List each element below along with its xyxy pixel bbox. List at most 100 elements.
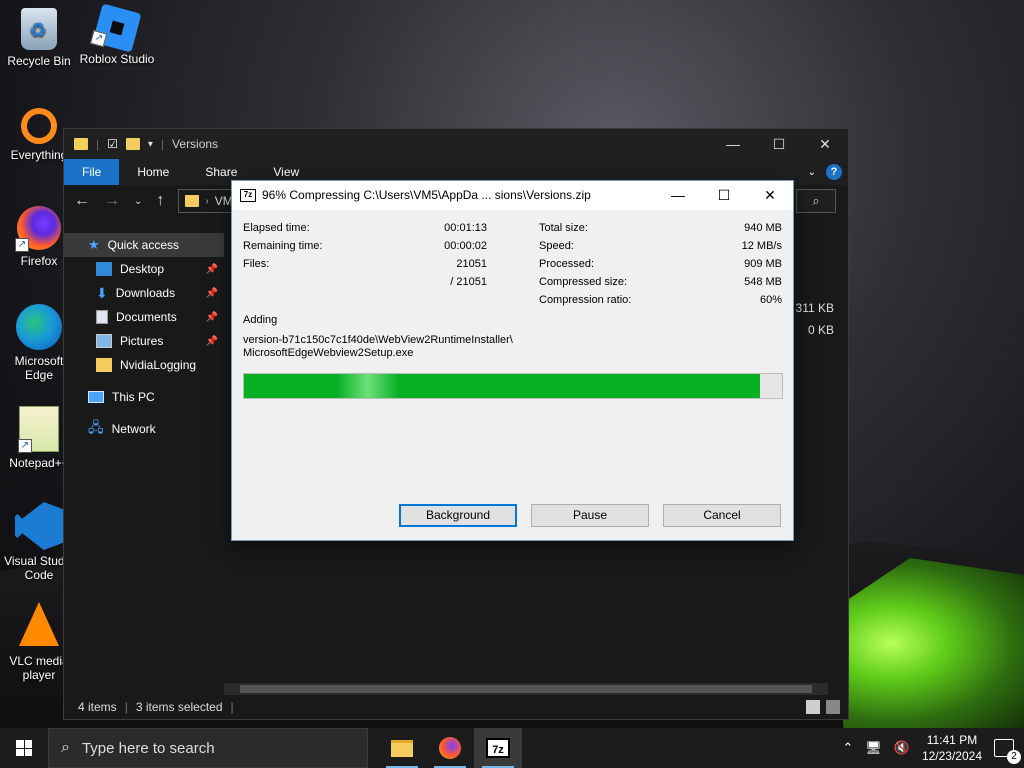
current-file-path-line1: version-b71c150c7c1f40de\WebView2Runtime…	[243, 334, 513, 346]
pin-icon[interactable]: 📌	[206, 312, 218, 323]
stat-value: 21051	[456, 258, 487, 270]
nav-item-quick-access[interactable]: ★ Quick access	[64, 233, 224, 257]
properties-check-icon[interactable]: ☑	[107, 137, 118, 151]
close-button[interactable]: ✕	[802, 129, 848, 159]
maximize-button[interactable]: ☐	[701, 181, 747, 209]
close-button[interactable]: ✕	[747, 181, 793, 209]
stat-label: Speed:	[539, 240, 574, 252]
shortcut-arrow-icon: ↗	[90, 30, 108, 48]
firefox-icon: ↗	[15, 206, 61, 252]
new-folder-icon[interactable]	[125, 138, 140, 150]
desktop-icon-label: Microsoft Edge	[14, 354, 64, 382]
nav-item-this-pc[interactable]: This PC	[64, 385, 224, 409]
stat-label	[243, 276, 383, 294]
compression-progress-dialog[interactable]: 7z 96% Compressing C:\Users\VM5\AppDa ..…	[231, 180, 794, 541]
details-view-icon[interactable]	[806, 700, 820, 714]
stat-value: 00:01:13	[444, 222, 487, 234]
pin-icon[interactable]: 📌	[206, 264, 218, 275]
stat-row-compression-ratio: Compression ratio: 60%	[539, 294, 782, 312]
show-hidden-icons-chevron-icon[interactable]: ⌃	[842, 740, 853, 756]
file-size-cell: 0 KB	[807, 323, 834, 337]
stat-label: Processed:	[539, 258, 595, 270]
stat-row-processed: Processed: 909 MB	[539, 258, 782, 276]
edge-icon	[16, 304, 62, 350]
adding-label: Adding	[243, 314, 278, 326]
tab-home[interactable]: Home	[119, 159, 187, 185]
nav-item-downloads[interactable]: ⬇ Downloads 📌	[64, 281, 224, 305]
recent-locations-chevron-icon[interactable]: ⌄	[134, 196, 142, 207]
file-list-size-column: 311 KB 0 KB	[796, 297, 834, 341]
stat-row-files-total: / 21051	[243, 276, 487, 294]
expand-ribbon-chevron-icon[interactable]: ⌄	[808, 167, 816, 178]
pause-button[interactable]: Pause	[531, 504, 649, 527]
scrollbar-thumb[interactable]	[240, 685, 812, 693]
stat-value: 548 MB	[744, 276, 782, 288]
pin-icon[interactable]: 📌	[206, 288, 218, 299]
large-icons-view-icon[interactable]	[826, 700, 840, 714]
taskbar: ⌕ Type here to search 7z ⌃ 🖥 🔇 11:41 PM …	[0, 728, 1024, 768]
stat-label: Files:	[243, 258, 270, 270]
window-title: Versions	[172, 137, 219, 151]
back-arrow-icon[interactable]: ←	[74, 192, 90, 210]
ribbon-right: ⌄ ?	[808, 164, 848, 180]
nav-item-documents[interactable]: Documents 📌	[64, 305, 224, 329]
clock[interactable]: 11:41 PM 12/23/2024	[922, 732, 982, 764]
cancel-button[interactable]: Cancel	[663, 504, 781, 527]
nav-item-label: NvidiaLogging	[120, 358, 197, 372]
navigation-pane: ★ Quick access Desktop 📌 ⬇ Downloads 📌 D…	[64, 233, 224, 679]
nav-item-desktop[interactable]: Desktop 📌	[64, 257, 224, 281]
current-file-path-line2: MicrosoftEdgeWebview2Setup.exe	[243, 347, 414, 359]
network-status-icon[interactable]: 🖥	[865, 740, 882, 756]
vscode-icon	[15, 502, 63, 550]
pin-icon[interactable]: 📌	[206, 336, 218, 347]
stat-label: Remaining time:	[243, 240, 323, 252]
explorer-titlebar[interactable]: | ☑ ▾ | Versions — ☐ ✕	[64, 129, 848, 159]
roblox-studio-icon: ↗	[90, 3, 142, 53]
start-button[interactable]	[0, 728, 48, 768]
address-bar[interactable]: › VM	[178, 189, 239, 213]
everything-icon	[21, 108, 57, 144]
minimize-button[interactable]: —	[710, 129, 756, 159]
selected-count: 3 items selected	[135, 700, 223, 714]
documents-icon	[96, 310, 108, 324]
view-buttons	[806, 700, 848, 714]
taskbar-search-box[interactable]: ⌕ Type here to search	[48, 728, 368, 768]
nav-item-pictures[interactable]: Pictures 📌	[64, 329, 224, 353]
file-size-cell: 311 KB	[795, 301, 834, 315]
taskbar-7zip[interactable]: 7z	[474, 728, 522, 768]
help-icon[interactable]: ?	[826, 164, 842, 180]
stat-row-total-size: Total size: 940 MB	[539, 222, 782, 240]
up-arrow-icon[interactable]: ↑	[156, 192, 164, 210]
taskbar-firefox[interactable]	[426, 728, 474, 768]
tab-file[interactable]: File	[64, 159, 120, 185]
horizontal-scrollbar[interactable]	[224, 683, 828, 695]
stat-row-elapsed: Elapsed time: 00:01:13	[243, 222, 487, 240]
search-icon: ⌕	[812, 193, 820, 208]
notification-center-icon[interactable]: 2	[994, 739, 1021, 764]
dialog-titlebar[interactable]: 7z 96% Compressing C:\Users\VM5\AppDa ..…	[232, 181, 793, 209]
nav-item-label: This PC	[112, 390, 155, 404]
minimize-button[interactable]: —	[655, 181, 701, 209]
volume-muted-icon[interactable]: 🔇	[894, 740, 910, 756]
desktop-icon-recycle-bin[interactable]: Recycle Bin	[0, 8, 78, 68]
stat-value: 940 MB	[744, 222, 782, 234]
customize-toolbar-chevron-icon[interactable]: ▾	[148, 139, 153, 150]
nav-item-label: Downloads	[115, 286, 176, 300]
file-explorer-icon	[391, 739, 413, 757]
clock-time: 11:41 PM	[926, 733, 978, 747]
search-box[interactable]: ⌕	[796, 189, 836, 213]
taskbar-file-explorer[interactable]	[378, 728, 426, 768]
maximize-button[interactable]: ☐	[756, 129, 802, 159]
nav-item-label: Documents	[116, 310, 177, 324]
nav-item-network[interactable]: 🖧 Network	[64, 417, 224, 441]
stat-value: / 21051	[450, 276, 487, 288]
stat-label: Compressed size:	[539, 276, 628, 288]
background-button[interactable]: Background	[399, 504, 517, 527]
dialog-title: 96% Compressing C:\Users\VM5\AppDa ... s…	[262, 188, 591, 202]
nav-item-nvidialogging[interactable]: NvidiaLogging	[64, 353, 224, 377]
forward-arrow-icon[interactable]: →	[104, 192, 120, 210]
breadcrumb-chevron-icon: ›	[205, 195, 209, 207]
desktop-icon-label: Roblox Studio	[79, 52, 155, 66]
desktop-icon-roblox-studio[interactable]: ↗ Roblox Studio	[78, 3, 156, 66]
